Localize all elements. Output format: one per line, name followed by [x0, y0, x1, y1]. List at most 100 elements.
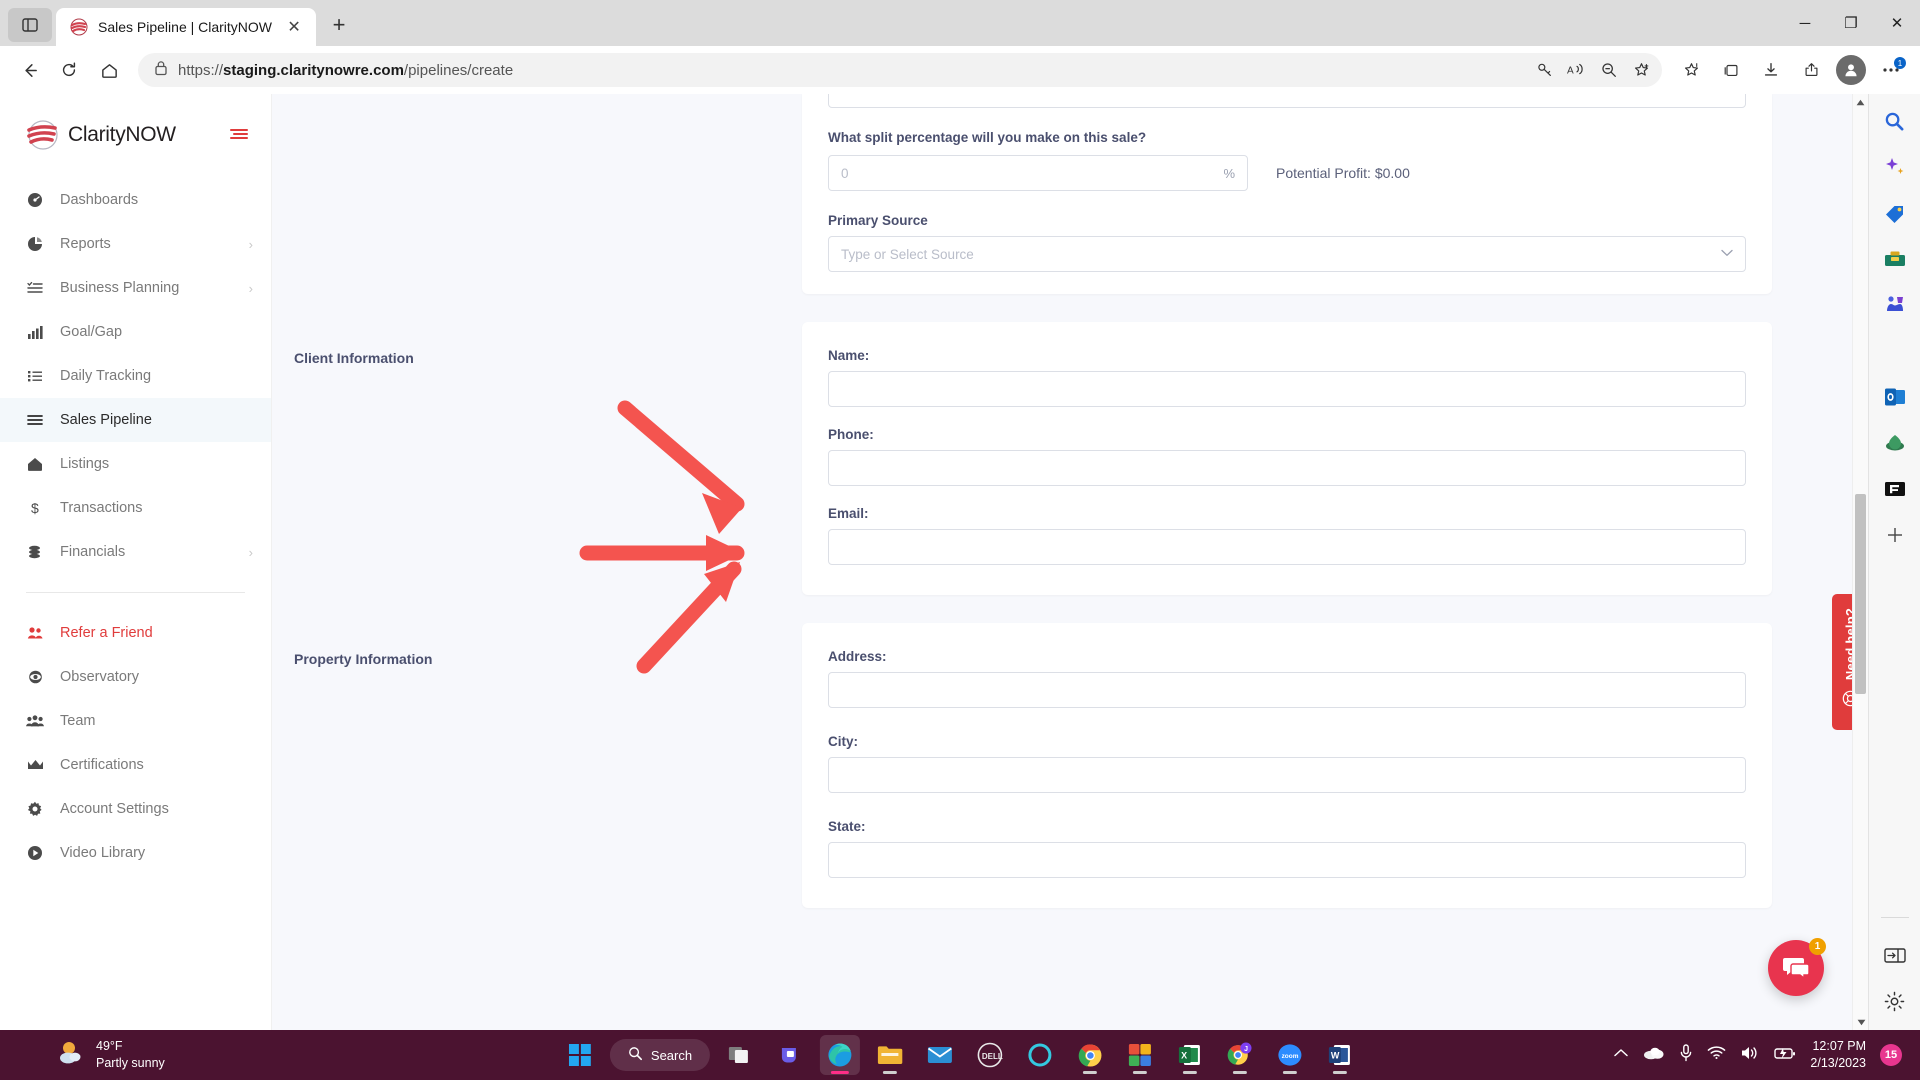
f-logo-icon[interactable] [1880, 474, 1910, 504]
name-label: Name: [828, 348, 870, 363]
share-icon[interactable] [1792, 51, 1830, 89]
zoom-icon[interactable]: zoom [1270, 1035, 1310, 1075]
phone-input[interactable] [828, 450, 1746, 486]
pipeline-create-form: What split percentage will you make on t… [272, 94, 1868, 1030]
chevron-up-icon[interactable] [1613, 1046, 1629, 1064]
word-icon[interactable]: W [1320, 1035, 1360, 1075]
maximize-button[interactable]: ❐ [1828, 0, 1874, 46]
page-scrollbar[interactable] [1852, 94, 1868, 1030]
sidebar-item-video-library[interactable]: Video Library [0, 831, 271, 875]
form-row-split: What split percentage will you make on t… [272, 94, 1868, 294]
profile-avatar[interactable] [1832, 51, 1870, 89]
new-tab-button[interactable]: + [322, 8, 356, 42]
chrome-profile-icon[interactable]: J [1220, 1035, 1260, 1075]
scrollbar-thumb[interactable] [1855, 494, 1866, 694]
battery-icon[interactable] [1774, 1046, 1796, 1065]
sidebar-item-goal-gap[interactable]: Goal/Gap [0, 310, 271, 354]
sidebar-item-daily-tracking[interactable]: Daily Tracking [0, 354, 271, 398]
scroll-up-arrow-icon[interactable] [1853, 94, 1868, 110]
email-input[interactable] [828, 529, 1746, 565]
browser-toolbar: https://staging.claritynowre.com/pipelin… [0, 46, 1920, 94]
weather-widget[interactable]: 49°F Partly sunny [0, 1038, 165, 1072]
name-input[interactable] [828, 371, 1746, 407]
sidebar-item-refer-a-friend[interactable]: Refer a Friend [0, 611, 271, 655]
key-icon[interactable] [1530, 55, 1560, 85]
collections-icon[interactable] [1712, 51, 1750, 89]
microphone-icon[interactable] [1679, 1043, 1693, 1067]
start-icon[interactable] [560, 1035, 600, 1075]
sidebar-item-team[interactable]: Team [0, 699, 271, 743]
add-icon[interactable] [1880, 520, 1910, 550]
dell-icon[interactable]: DELL [970, 1035, 1010, 1075]
sidebar-item-financials[interactable]: Financials › [0, 530, 271, 574]
sidebar-item-dashboards[interactable]: Dashboards [0, 178, 271, 222]
chevron-right-icon: › [248, 280, 253, 296]
add-favorite-icon[interactable] [1626, 55, 1656, 85]
sidebar-item-observatory[interactable]: Observatory [0, 655, 271, 699]
svg-text:zoom: zoom [1282, 1053, 1299, 1060]
split-percentage-input[interactable]: 0 % [828, 155, 1248, 191]
favorites-icon[interactable] [1672, 51, 1710, 89]
svg-text:J: J [1244, 1046, 1248, 1053]
excel-icon[interactable]: X [1170, 1035, 1210, 1075]
sidebar-item-label: Certifications [60, 757, 144, 773]
sidebar-item-listings[interactable]: Listings [0, 442, 271, 486]
taskbar-clock[interactable]: 12:07 PM 2/13/2023 [1810, 1038, 1866, 1072]
read-aloud-icon[interactable]: A [1562, 55, 1592, 85]
mail-icon[interactable] [920, 1035, 960, 1075]
search-icon[interactable] [1880, 106, 1910, 136]
close-icon[interactable]: ✕ [282, 15, 306, 39]
outlook-icon[interactable] [1880, 382, 1910, 412]
games-icon[interactable] [1880, 290, 1910, 320]
sidebar-item-sales-pipeline[interactable]: Sales Pipeline [0, 398, 271, 442]
taskbar-search-button[interactable]: Search [609, 1039, 711, 1071]
split-screen-icon[interactable] [1880, 940, 1910, 970]
back-icon[interactable] [10, 51, 48, 89]
bar-chart-icon [26, 324, 44, 340]
downloads-icon[interactable] [1752, 51, 1790, 89]
gear-icon [26, 801, 44, 817]
tab-list-icon[interactable] [8, 8, 52, 42]
photos-app-icon[interactable] [1120, 1035, 1160, 1075]
teams-icon[interactable] [770, 1035, 810, 1075]
wifi-icon[interactable] [1707, 1045, 1726, 1065]
clock-time: 12:07 PM [1812, 1039, 1866, 1054]
city-input[interactable] [828, 757, 1746, 793]
microsoft-365-icon[interactable] [1880, 336, 1910, 366]
close-window-button[interactable]: ✕ [1874, 0, 1920, 46]
edge-sidebar-rail [1868, 94, 1920, 1030]
drop-icon[interactable] [1880, 428, 1910, 458]
city-label: City: [828, 734, 858, 749]
cutoff-field-above[interactable] [828, 94, 1746, 108]
state-input[interactable] [828, 842, 1746, 878]
settings-gear-icon[interactable] [1880, 986, 1910, 1016]
reload-icon[interactable] [50, 51, 88, 89]
sidebar-collapse-icon[interactable] [229, 127, 249, 144]
edge-icon[interactable] [820, 1035, 861, 1075]
sidebar-item-business-planning[interactable]: Business Planning › [0, 266, 271, 310]
sidebar-item-transactions[interactable]: $ Transactions [0, 486, 271, 530]
address-bar[interactable]: https://staging.claritynowre.com/pipelin… [138, 53, 1662, 87]
address-input[interactable] [828, 672, 1746, 708]
sidebar-item-reports[interactable]: Reports › [0, 222, 271, 266]
notification-badge[interactable]: 15 [1880, 1044, 1902, 1066]
onedrive-icon[interactable] [1643, 1046, 1665, 1065]
sidebar-item-account-settings[interactable]: Account Settings [0, 787, 271, 831]
browser-menu-icon[interactable]: 1 [1872, 51, 1910, 89]
circle-app-icon[interactable] [1020, 1035, 1060, 1075]
chat-launcher-button[interactable]: 1 [1768, 938, 1826, 996]
sidebar-item-certifications[interactable]: Certifications [0, 743, 271, 787]
copilot-sparkle-icon[interactable] [1880, 152, 1910, 182]
volume-icon[interactable] [1740, 1045, 1760, 1066]
chrome-icon[interactable] [1070, 1035, 1110, 1075]
browser-tab[interactable]: Sales Pipeline | ClarityNOW ✕ [56, 8, 317, 46]
task-view-icon[interactable] [720, 1035, 760, 1075]
primary-source-select[interactable]: Type or Select Source [828, 236, 1746, 272]
shopping-tag-icon[interactable] [1880, 198, 1910, 228]
tool-kit-icon[interactable] [1880, 244, 1910, 274]
home-icon[interactable] [90, 51, 128, 89]
file-explorer-icon[interactable] [870, 1035, 910, 1075]
minimize-button[interactable]: ─ [1782, 0, 1828, 46]
zoom-out-icon[interactable] [1594, 55, 1624, 85]
scroll-down-arrow-icon[interactable] [1853, 1014, 1868, 1030]
